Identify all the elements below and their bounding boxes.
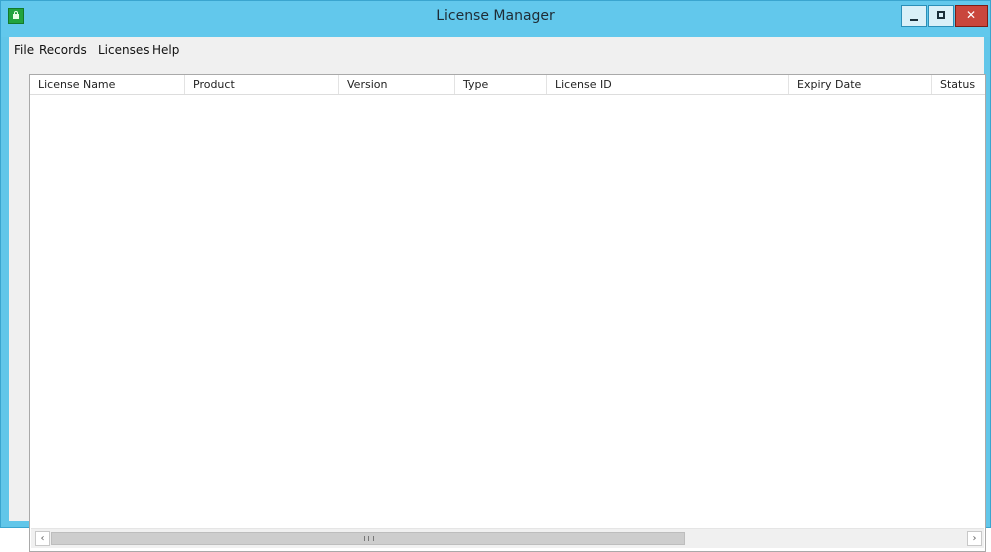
scroll-thumb[interactable]: [51, 532, 685, 545]
menu-help[interactable]: Help: [152, 43, 179, 57]
col-version[interactable]: Version: [339, 75, 455, 94]
close-button[interactable]: [955, 5, 988, 27]
menu-file[interactable]: File: [14, 43, 34, 57]
col-type[interactable]: Type: [455, 75, 547, 94]
col-license-id[interactable]: License ID: [547, 75, 789, 94]
scroll-left-button[interactable]: ‹: [35, 531, 50, 546]
minimize-button[interactable]: [901, 5, 927, 27]
menu-licenses[interactable]: Licenses: [98, 43, 150, 57]
menu-bar: File Records Licenses Help: [9, 37, 984, 63]
col-product[interactable]: Product: [185, 75, 339, 94]
table-header: License Name Product Version Type Licens…: [30, 75, 985, 95]
scroll-right-button[interactable]: ›: [967, 531, 982, 546]
title-bar[interactable]: License Manager: [1, 1, 990, 37]
menu-records[interactable]: Records: [39, 43, 87, 57]
grip-icon: [364, 536, 374, 541]
col-license-name[interactable]: License Name: [30, 75, 185, 94]
maximize-button[interactable]: [928, 5, 954, 27]
window-title: License Manager: [436, 8, 555, 24]
col-expiry-date[interactable]: Expiry Date: [789, 75, 932, 94]
col-status[interactable]: Status: [932, 75, 985, 94]
license-table[interactable]: License Name Product Version Type Licens…: [29, 74, 986, 552]
horizontal-scrollbar[interactable]: ‹ ›: [31, 528, 984, 548]
client-area: File Records Licenses Help License Name …: [9, 37, 986, 552]
license-manager-window: License Manager File Records Licenses He…: [0, 0, 991, 552]
